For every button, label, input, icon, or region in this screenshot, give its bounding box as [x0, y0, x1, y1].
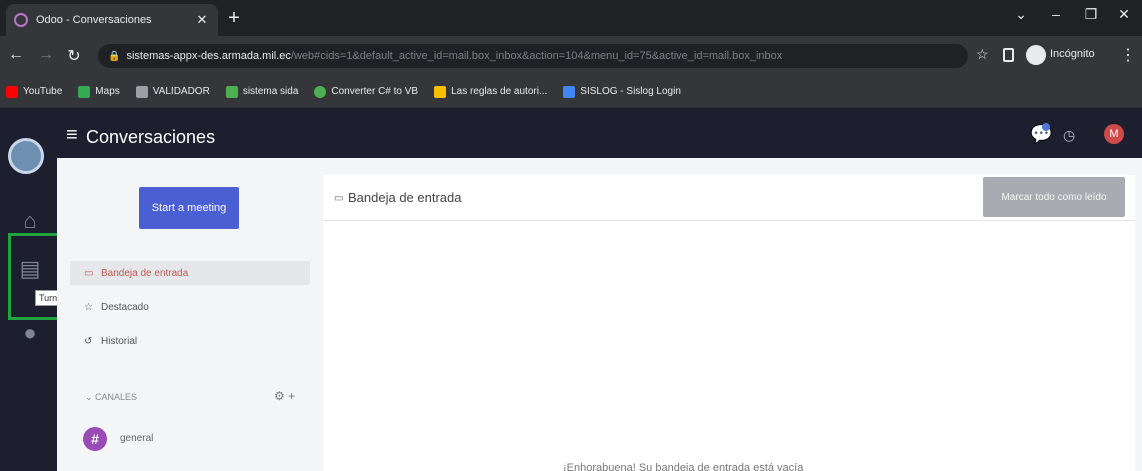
bookmarks-bar: YouTube Maps VALIDADOR sistema sida Conv…	[0, 76, 1142, 108]
empty-inbox-message: ¡Enhorabuena! Su bandeja de entrada está…	[563, 462, 804, 471]
converter-icon	[314, 85, 327, 98]
forward-icon[interactable]: →	[36, 46, 56, 64]
sidebar-item-label: Historial	[101, 335, 138, 347]
armada-logo[interactable]	[8, 138, 44, 174]
star-icon: ☆	[84, 301, 93, 313]
inbox-icon: ▭	[84, 267, 94, 279]
extensions-icon[interactable]	[1003, 48, 1014, 62]
browser-menu-icon[interactable]: ⋮	[1120, 45, 1136, 65]
maps-icon	[78, 85, 91, 98]
user-icon[interactable]: ●	[16, 320, 44, 346]
back-icon[interactable]: ←	[6, 46, 26, 64]
channel-name[interactable]: general	[120, 433, 153, 444]
bookmark-youtube[interactable]: YouTube	[6, 85, 62, 98]
browser-toolbar: ← → ↻ 🔒 sistemas-appx-des.armada.mil.ec …	[0, 36, 1142, 76]
add-channel-icon[interactable]: +	[288, 389, 295, 403]
bookmark-converter[interactable]: Converter C# to VB	[314, 85, 418, 98]
start-meeting-button[interactable]: Start a meeting	[139, 187, 239, 229]
odoo-favicon-icon	[14, 13, 28, 27]
bookmark-validador[interactable]: VALIDADOR	[135, 85, 210, 98]
address-bar[interactable]: 🔒 sistemas-appx-des.armada.mil.ec /web#c…	[98, 44, 968, 68]
url-path: /web#cids=1&default_active_id=mail.box_i…	[290, 50, 783, 62]
page-icon	[135, 85, 148, 98]
sidebar-item-label: Bandeja de entrada	[101, 267, 189, 279]
tab-close-icon[interactable]: ✕	[194, 12, 210, 28]
bookmark-reglas[interactable]: Las reglas de autori...	[434, 85, 547, 98]
channels-header[interactable]: ⌄ CANALES	[85, 392, 137, 403]
incognito-label[interactable]: Incógnito	[1050, 48, 1095, 60]
sidebar-item-history[interactable]: ↺ Historial	[70, 329, 310, 353]
sidebar-item-label: Destacado	[101, 301, 149, 313]
window-close-icon[interactable]: ✕	[1113, 6, 1135, 23]
reload-icon[interactable]: ↻	[64, 46, 84, 66]
tab-search-icon[interactable]: ⌄	[1010, 6, 1032, 23]
gear-icon[interactable]: ⚙	[274, 389, 285, 403]
incognito-icon[interactable]	[1026, 45, 1046, 65]
restore-icon[interactable]: ❐	[1080, 6, 1102, 23]
sidebar-item-inbox[interactable]: ▭ Bandeja de entrada	[70, 261, 310, 285]
collapse-caret-icon: ⌄	[85, 392, 96, 402]
windows-icon	[434, 85, 447, 98]
inbox-thread-area	[323, 221, 1135, 471]
browser-tab[interactable]: Odoo - Conversaciones ✕	[6, 4, 218, 36]
bookmark-maps[interactable]: Maps	[78, 85, 120, 98]
building-icon[interactable]: ⌂	[16, 208, 44, 234]
channel-hash-icon[interactable]: #	[83, 427, 107, 451]
history-icon: ↺	[84, 335, 93, 347]
mark-all-read-button[interactable]: Marcar todo como leído	[983, 177, 1125, 217]
url-host: sistemas-appx-des.armada.mil.ec	[126, 50, 291, 62]
sidebar-item-starred[interactable]: ☆ Destacado	[70, 295, 310, 319]
activity-clock-icon[interactable]: ◷	[1063, 127, 1075, 144]
sislog-icon	[563, 85, 576, 98]
youtube-icon	[6, 85, 18, 98]
browser-tab-bar: Odoo - Conversaciones ✕ + ⌄ – ❐ ✕	[0, 0, 1142, 36]
chat-notification-badge	[1042, 123, 1050, 131]
lock-icon: 🔒	[108, 50, 121, 62]
page-title: Conversaciones	[86, 127, 216, 147]
user-avatar[interactable]: M	[1104, 124, 1124, 144]
bookmark-sistema-sida[interactable]: sistema sida	[225, 85, 298, 98]
new-tab-icon[interactable]: +	[224, 8, 244, 28]
menu-hamburger-icon[interactable]: ≡	[66, 124, 78, 147]
bookmark-sislog[interactable]: SISLOG - Sislog Login	[563, 85, 681, 98]
bookmark-star-icon[interactable]: ☆	[976, 46, 989, 63]
tab-title: Odoo - Conversaciones	[36, 14, 152, 26]
minimize-icon[interactable]: –	[1045, 6, 1067, 22]
inbox-icon: ▭	[334, 193, 344, 204]
channel-settings-add[interactable]: ⚙ +	[274, 389, 295, 403]
page-icon	[225, 85, 238, 98]
inbox-title: Bandeja de entrada	[348, 190, 462, 205]
